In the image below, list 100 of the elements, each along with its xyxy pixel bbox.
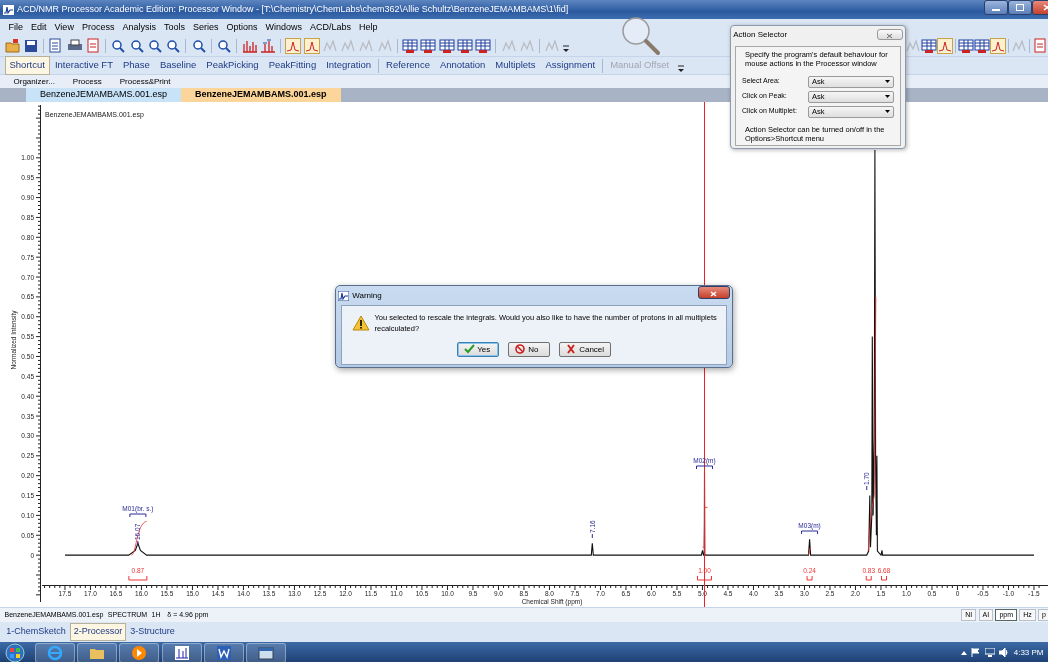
shortcut-tab[interactable]: Baseline (154, 56, 202, 75)
integral-bracket (806, 575, 813, 581)
menu-item[interactable]: Analysis (118, 20, 160, 35)
browser-icon (46, 644, 63, 661)
taskbar-button[interactable] (34, 642, 75, 662)
caret-icon (885, 80, 890, 83)
toolbar-tab[interactable]: Process (63, 75, 111, 88)
taskbar-button[interactable] (246, 642, 286, 662)
window-title: ACD/NMR Processor Academic Edition: Processor Window - [T:\Chemistry\ChemLabs\chem362\Allie Schultz\BenzeneJEMAMBAMS\1\fid] (17, 2, 569, 16)
table-icon[interactable] (974, 38, 990, 54)
app-logo-icon (338, 290, 350, 301)
menu-item[interactable]: Series (188, 20, 223, 35)
folder-icon[interactable] (4, 38, 21, 54)
shortcut-tab[interactable]: Shortcut (4, 56, 50, 75)
start-button-icon[interactable] (4, 642, 25, 662)
menu-item[interactable]: Help (355, 20, 382, 35)
menu-item[interactable]: ACD/Labs (306, 20, 356, 35)
app-tab[interactable]: 3-Structure (126, 623, 179, 641)
zoom-icon[interactable] (190, 38, 207, 54)
shortcut-tab[interactable]: Reference (381, 56, 435, 75)
menu-item[interactable]: Edit (27, 20, 51, 35)
taskbar-button[interactable] (119, 642, 160, 662)
peak-marker (866, 485, 868, 491)
integral-bracket (697, 575, 712, 581)
app-tab[interactable]: 1-ChemSketch (2, 623, 70, 641)
dialog-button[interactable]: No (507, 341, 550, 357)
shortcut-tab[interactable]: Multiplets (490, 56, 541, 75)
dialog-button[interactable]: Cancel (558, 341, 612, 357)
network-icon[interactable] (984, 648, 995, 657)
table-icon[interactable] (402, 38, 418, 54)
document-tab[interactable]: BenzeneJEMAMBAMS.001.esp (26, 88, 182, 102)
shortcut-tab[interactable]: Integration (321, 56, 377, 75)
overflow-chevron-icon[interactable] (678, 64, 685, 73)
restore-icon (1016, 4, 1024, 12)
document-tab[interactable]: BenzeneJEMAMBAMS.001.esp (181, 88, 341, 102)
app-tab[interactable]: 2-Processor (69, 623, 127, 641)
document-icon[interactable] (1032, 38, 1048, 54)
toolbar-tab[interactable]: Process&Print (110, 75, 180, 88)
menu-item[interactable]: View (50, 20, 78, 35)
spectrum-icon[interactable] (303, 38, 320, 54)
save-icon[interactable] (22, 38, 39, 54)
menu-item[interactable]: File (4, 20, 27, 35)
flag-icon[interactable] (971, 648, 981, 657)
shortcut-tab[interactable]: PeakFitting (263, 56, 322, 75)
shortcut-tab[interactable]: PeakPicking (201, 56, 264, 75)
caret-icon (885, 95, 890, 98)
caret-icon (885, 110, 890, 113)
minimize-button[interactable] (984, 0, 1008, 15)
table-icon[interactable] (958, 38, 974, 54)
spectrum-icon[interactable] (241, 38, 258, 54)
spectrum-icon (173, 644, 190, 661)
zoom-icon[interactable] (165, 38, 181, 54)
multiplet-bracket (696, 465, 713, 470)
integral-bracket (881, 575, 888, 581)
peak-marker (591, 533, 593, 539)
spectrum-icon[interactable] (937, 38, 953, 54)
warning-icon (352, 315, 370, 332)
close-icon (1043, 4, 1048, 12)
zoom-icon[interactable] (110, 38, 127, 54)
spectrum-icon[interactable] (990, 38, 1006, 54)
speaker-icon[interactable] (999, 648, 1010, 657)
table-icon[interactable] (456, 38, 473, 54)
integral-bracket (865, 575, 872, 581)
table-icon[interactable] (420, 38, 437, 54)
zoom-icon[interactable] (146, 38, 163, 54)
taskbar-button[interactable] (77, 642, 117, 662)
multiplet-bracket (801, 530, 819, 535)
check-icon (463, 344, 475, 354)
zoom-icon[interactable] (128, 38, 145, 54)
table-icon[interactable] (438, 38, 455, 54)
table-icon[interactable] (475, 38, 491, 54)
menu-item[interactable]: Process (77, 20, 119, 35)
zoom-icon[interactable] (216, 38, 232, 54)
close-button[interactable] (697, 286, 730, 299)
dialog-button[interactable]: Yes (456, 341, 499, 357)
shortcut-tab[interactable]: Phase (117, 56, 155, 75)
multiplet-bracket (129, 513, 147, 518)
toolbar-tab[interactable]: Organizer... (4, 75, 64, 88)
menu-item[interactable]: Options (222, 20, 262, 35)
taskbar-button[interactable] (161, 642, 202, 662)
taskbar-button[interactable] (203, 642, 244, 662)
tray-arrow-icon[interactable] (960, 650, 967, 655)
restore-button[interactable] (1008, 0, 1032, 15)
shortcut-tab[interactable]: Assignment (540, 56, 601, 75)
overflow-chevron-icon[interactable] (562, 45, 569, 53)
app-logo-icon (3, 4, 14, 15)
menu-item[interactable]: Tools (159, 20, 189, 35)
dialog-title: Action Selector (733, 28, 788, 41)
shortcut-tab[interactable]: Interactive FT (49, 56, 118, 75)
close-icon (710, 290, 718, 297)
close-icon (886, 33, 894, 39)
peaks-icon[interactable] (259, 38, 276, 54)
word-icon (215, 644, 232, 661)
cross-icon (565, 344, 577, 354)
media-player-icon (131, 644, 148, 661)
menu-item[interactable]: Windows (261, 20, 306, 35)
window-icon (258, 644, 274, 661)
shortcut-tab[interactable]: Annotation (434, 56, 491, 75)
spectrum-icon[interactable] (285, 38, 302, 54)
table-icon[interactable] (921, 38, 937, 54)
